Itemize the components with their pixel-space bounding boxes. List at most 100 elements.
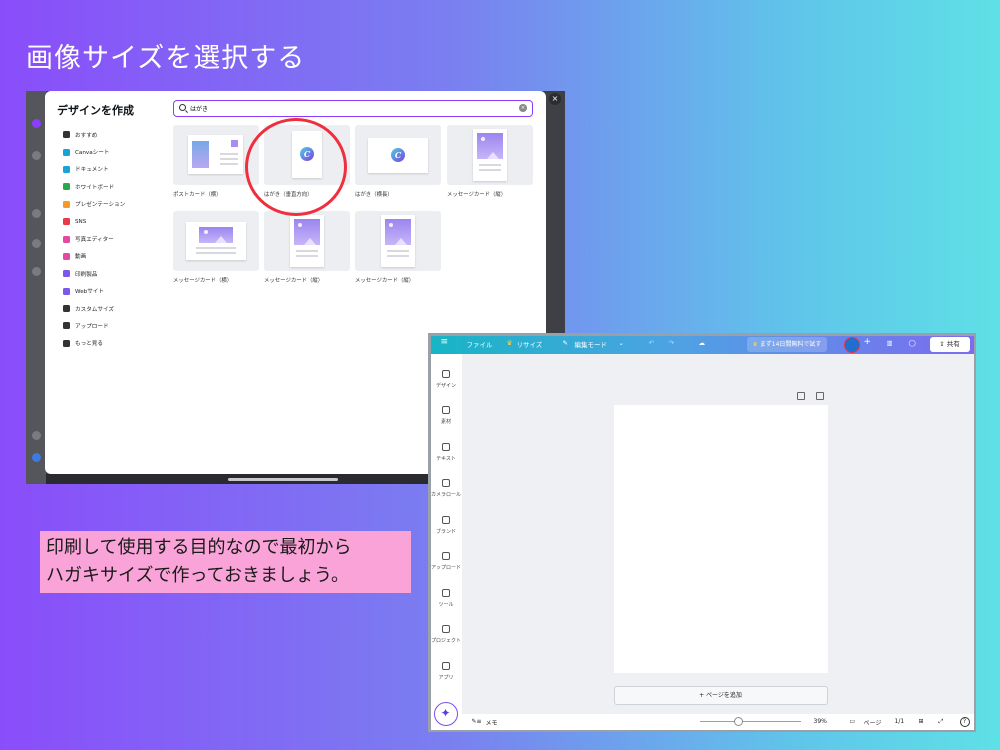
canva-logo-icon: C [391,148,405,162]
free-trial-button[interactable]: ♛ まず14日間無料で試す [746,336,828,352]
menu-item[interactable]: ホワイトボード [63,178,173,195]
rail-item[interactable]: プロジェクト [431,625,462,644]
edit-mode-menu[interactable]: 編集モード [575,339,608,349]
home-indicator [228,478,338,481]
editor-bottombar: ✎≡ メモ 39% ▭ ページ 1/1 ⊞ ⤢ ? [461,713,974,730]
image-placeholder-icon [477,133,503,159]
menu-item[interactable]: もっと見る [63,335,173,352]
add-collaborator-button[interactable]: + [864,337,872,347]
menu-item[interactable]: 印刷製品 [63,265,173,282]
web-icon [63,287,70,295]
rail-item-label: テキスト [436,455,456,462]
share-button[interactable]: ⇪ 共有 [929,336,970,352]
template-label: メッセージカード（横） [173,278,233,284]
menu-item-label: おすすめ [75,132,98,139]
close-icon[interactable]: × [549,93,561,105]
elements-icon [442,406,450,414]
rail-item[interactable]: ブランド [431,515,462,535]
rail-item[interactable]: テキスト [431,442,462,462]
notes-icon: ✎≡ [471,717,482,725]
template-card[interactable]: メッセージカード（縦） [447,125,533,198]
rail-item-label: アップロード [430,565,461,571]
camera-icon [63,235,70,243]
template-label: メッセージカード（縦） [447,192,507,198]
template-card[interactable]: メッセージカード（縦） [355,211,441,284]
menu-item[interactable]: SNS [63,213,173,230]
add-page-icon[interactable] [815,391,824,400]
printer-icon [63,270,70,278]
menu-icon[interactable]: ≡ [441,337,449,347]
search-input[interactable] [190,103,490,114]
template-thumbnail [355,211,441,271]
image-placeholder-icon [385,219,411,245]
menu-item[interactable]: 写真エディター [63,230,173,247]
pages-button[interactable]: ページ [864,718,882,727]
rail-item-label: アプリ [438,674,454,681]
menu-item[interactable]: Canvaシート [63,143,173,160]
menu-item[interactable]: カスタムサイズ [63,300,173,317]
templates-icon [32,239,41,248]
rail-item[interactable]: アプリ [431,661,462,681]
resize-menu[interactable]: リサイズ [517,339,543,349]
magic-sparkle-icon[interactable]: ✦ [433,701,458,726]
menu-item-label: Canvaシート [75,150,110,157]
page-icon: ▭ [849,717,856,725]
whiteboard-icon [63,183,70,191]
rail-item-label: カメラロール [430,492,461,498]
menu-item-label: もっと見る [75,341,103,348]
search-box[interactable]: × [173,100,533,117]
upload-cloud-icon [63,322,70,330]
template-card[interactable]: メッセージカード（横） [173,211,259,284]
crown-icon: ♛ [506,338,513,347]
help-icon[interactable]: ? [959,716,970,727]
template-card[interactable]: C はがき（横長） [355,125,441,198]
apps-icon [442,661,450,670]
rail-item-label: プロジェクト [430,638,461,644]
zoom-slider-track[interactable] [699,720,801,722]
menu-item[interactable]: プレゼンテーション [63,196,173,213]
template-card[interactable]: メッセージカード（縦） [264,211,350,284]
editor-side-rail: ✦ デザイン素材テキストカメラロールブランドアップロードツールプロジェクト アプリ [430,353,462,730]
grid-view-icon[interactable]: ⊞ [919,718,924,725]
rail-item-label: デザイン [435,382,456,389]
rail-item[interactable]: 素材 [431,406,462,425]
insights-icon[interactable]: ▥ [887,339,893,347]
menu-item[interactable]: Webサイト [63,283,173,300]
rail-item[interactable]: デザイン [431,369,462,389]
rail-item[interactable]: アップロード [431,552,462,571]
rail-item[interactable]: カメラロール [431,479,462,498]
caption-box: 印刷して使用する目的なので最初から ハガキサイズで作っておきましょう。 [40,531,411,593]
clear-search-icon[interactable]: × [519,104,527,112]
chevron-down-icon: ⌄ [618,338,624,347]
crown-icon: ♛ [752,340,760,348]
notes-button[interactable]: メモ [486,718,498,727]
camera-icon [442,479,450,487]
undo-icon[interactable]: ↶ [649,339,654,347]
home-icon [32,151,41,160]
category-menu: おすすめ Canvaシート ドキュメントホワイトボード プレゼンテーション SNS 写真エ… [63,126,173,352]
design-page[interactable] [613,404,828,673]
add-page-button[interactable]: + ページを追加 [613,685,828,705]
template-thumbnail [447,125,533,185]
menu-item[interactable]: アップロード [63,317,173,334]
caption-line: ハガキサイズで作っておきましょう。 [46,565,349,586]
rail-item[interactable]: ツール [431,588,462,608]
menu-item[interactable]: 動画 [63,248,173,265]
menu-item-label: ドキュメント [75,167,109,174]
comment-icon[interactable]: ◯ [909,339,916,347]
file-menu[interactable]: ファイル [467,339,493,349]
share-label: 共有 [946,339,960,348]
share-icon: ⇪ [939,339,947,348]
redo-icon[interactable]: ↷ [669,339,674,347]
duplicate-page-icon[interactable] [796,391,805,400]
template-thumbnail [173,211,259,271]
zoom-slider-handle[interactable] [734,716,744,726]
menu-item[interactable]: ドキュメント [63,161,173,178]
menu-item[interactable]: おすすめ [63,126,173,143]
menu-item-label: 写真エディター [75,237,114,244]
sparkle-icon [63,131,70,139]
fullscreen-icon[interactable]: ⤢ [939,718,944,726]
menu-item-label: カスタムサイズ [75,306,114,313]
doc-icon [63,165,70,173]
avatar[interactable] [843,336,860,353]
